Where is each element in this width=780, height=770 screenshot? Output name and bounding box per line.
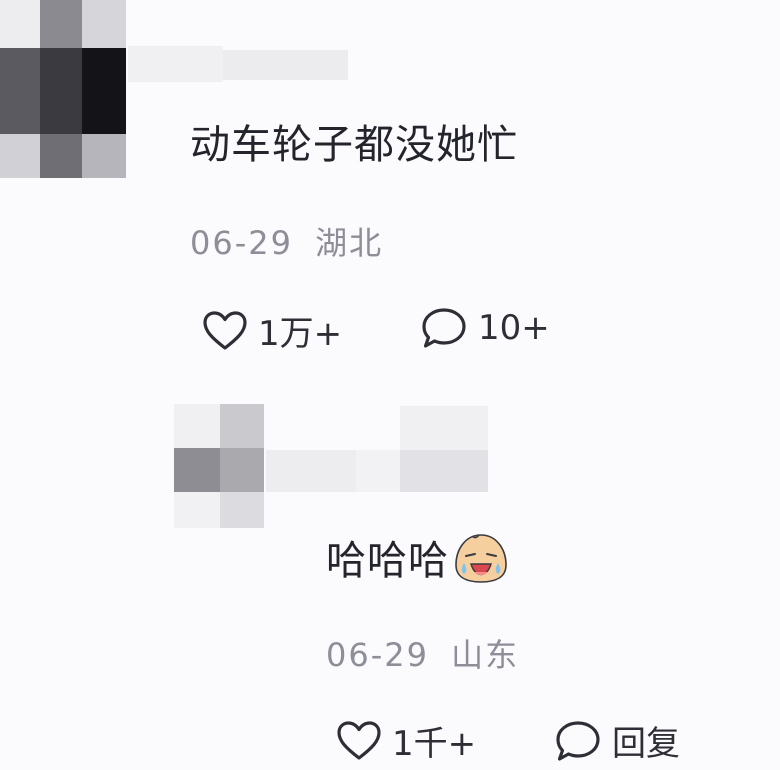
reply-count: 10+ — [478, 308, 550, 348]
reply-button[interactable]: 回复 — [554, 716, 680, 765]
laughing-crying-face-emoji — [455, 534, 507, 583]
comment-text: 动车轮子都没她忙 — [190, 122, 518, 168]
reply-username[interactable] — [266, 406, 488, 492]
reply-label: 回复 — [612, 724, 680, 764]
reply-date: 06-29 — [326, 636, 429, 674]
reply-avatar[interactable] — [174, 404, 266, 528]
like-button[interactable]: 1万+ — [202, 306, 342, 355]
reply-text-row: 哈哈哈 — [326, 528, 509, 586]
speech-bubble-icon — [556, 720, 600, 761]
comment-date: 06-29 — [190, 224, 293, 262]
reply-like-button[interactable]: 1千+ — [336, 716, 476, 765]
heart-outline-icon — [337, 720, 381, 760]
avatar[interactable] — [0, 0, 130, 178]
comment-meta: 06-29 湖北 — [190, 218, 383, 264]
reply-like-count: 1千+ — [392, 724, 477, 764]
comment-location: 湖北 — [315, 224, 384, 262]
reply-text: 哈哈哈 — [326, 538, 449, 584]
like-count: 1万+ — [258, 314, 343, 354]
username[interactable] — [128, 46, 348, 82]
reply-meta: 06-29 山东 — [326, 630, 519, 676]
reply-count-button[interactable]: 10+ — [420, 306, 550, 350]
heart-outline-icon — [203, 310, 247, 350]
speech-bubble-icon — [422, 308, 466, 348]
reply-location: 山东 — [451, 636, 520, 674]
